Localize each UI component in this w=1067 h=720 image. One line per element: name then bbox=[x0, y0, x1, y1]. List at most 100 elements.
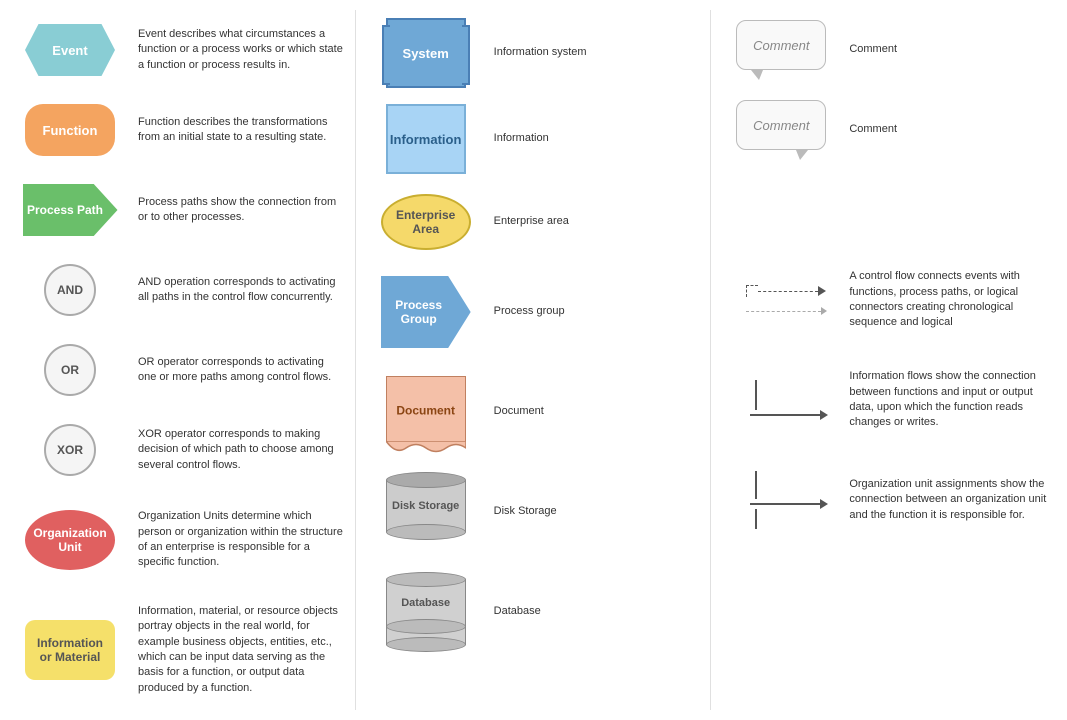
legend-row-comment1: Comment Comment bbox=[711, 10, 1067, 90]
legend-row-control-flow: A control flow connects events with func… bbox=[711, 250, 1067, 350]
xor-shape-area: XOR bbox=[10, 424, 130, 476]
org-flow-shape-area bbox=[721, 471, 841, 529]
event-description: Event describes what circumstances a fun… bbox=[130, 27, 345, 73]
disk-storage-shape-area: Disk Storage bbox=[366, 472, 486, 552]
elbow-vertical bbox=[755, 380, 757, 410]
cylinder-bottom bbox=[386, 524, 466, 540]
org-elbow-h-line bbox=[750, 503, 820, 505]
org-elbow-vertical bbox=[755, 471, 757, 499]
event-label: Event bbox=[52, 43, 87, 58]
legend-row-process-path: Process Path Process paths show the conn… bbox=[0, 170, 355, 250]
and-description: AND operation corresponds to activating … bbox=[130, 275, 345, 306]
or-shape: OR bbox=[44, 344, 96, 396]
comment1-bubble: Comment bbox=[736, 20, 826, 70]
comment1-description: Comment bbox=[841, 42, 1057, 57]
legend-row-comment2: Comment Comment bbox=[711, 90, 1067, 170]
document-wave bbox=[386, 441, 466, 455]
db-cylinder-top bbox=[386, 572, 466, 587]
document-description: Document bbox=[486, 404, 701, 419]
enterprise-area-shape: Enterprise Area bbox=[381, 194, 471, 250]
org-flow-arrow bbox=[735, 471, 828, 529]
process-path-shape: Process Path bbox=[23, 184, 118, 236]
arrow-head-right bbox=[818, 286, 826, 296]
process-group-shape: Process Group bbox=[381, 276, 471, 348]
xor-description: XOR operator corresponds to making decis… bbox=[130, 427, 345, 473]
org-unit-shape: Organization Unit bbox=[25, 510, 115, 570]
process-group-shape-area: Process Group bbox=[366, 276, 486, 348]
column-2: System Information system Information In… bbox=[356, 10, 712, 710]
database-label: Database bbox=[401, 597, 450, 609]
legend-row-info-material: Information or Material Information, mat… bbox=[0, 590, 355, 710]
elbow-container bbox=[750, 380, 828, 420]
enterprise-area-label: Enterprise Area bbox=[388, 208, 464, 236]
org-unit-label: Organization Unit bbox=[30, 526, 110, 554]
system-shape: System bbox=[386, 18, 466, 88]
org-elbow-vertical2 bbox=[755, 509, 757, 529]
process-group-description: Process group bbox=[486, 304, 701, 319]
legend-row-process-group: Process Group Process group bbox=[356, 262, 711, 362]
org-elbow-container bbox=[750, 471, 828, 529]
comment2-description: Comment bbox=[841, 122, 1057, 137]
document-shape-area: Document bbox=[366, 376, 486, 448]
org-elbow-horizontal bbox=[750, 499, 828, 509]
database-shape-area: Database bbox=[366, 572, 486, 652]
info-flow-shape-area bbox=[721, 380, 841, 420]
process-group-label: Process Group bbox=[381, 298, 457, 326]
comment2-shape-area: Comment bbox=[721, 100, 841, 160]
legend-row-function: Function Function describes the transfor… bbox=[0, 90, 355, 170]
process-path-description: Process paths show the connection from o… bbox=[130, 195, 345, 226]
legend-row-information: Information Information bbox=[356, 96, 711, 182]
legend-row-org-unit: Organization Unit Organization Units det… bbox=[0, 490, 355, 590]
event-shape: Event bbox=[25, 24, 115, 76]
disk-storage-label: Disk Storage bbox=[392, 500, 459, 512]
comment2-tail bbox=[796, 150, 808, 160]
org-unit-description: Organization Units determine which perso… bbox=[130, 509, 345, 571]
xor-label: XOR bbox=[57, 443, 83, 457]
info-material-label: Information or Material bbox=[30, 636, 110, 664]
elbow-horizontal bbox=[750, 410, 828, 420]
enterprise-area-description: Enterprise area bbox=[486, 214, 701, 229]
process-path-shape-area: Process Path bbox=[10, 184, 130, 236]
information-shape-area: Information bbox=[366, 104, 486, 174]
elbow-h-line bbox=[750, 414, 820, 416]
system-description: Information system bbox=[486, 45, 701, 60]
dashed-box-corner bbox=[746, 285, 758, 297]
legend-row-event: Event Event describes what circumstances… bbox=[0, 10, 355, 90]
function-shape-area: Function bbox=[10, 104, 130, 156]
info-material-shape: Information or Material bbox=[25, 620, 115, 680]
function-description: Function describes the transformations f… bbox=[130, 115, 345, 146]
database-shape: Database bbox=[386, 572, 466, 652]
cylinder-top bbox=[386, 472, 466, 488]
control-flow-description: A control flow connects events with func… bbox=[841, 269, 1057, 331]
spacer-row bbox=[711, 170, 1067, 250]
disk-storage-description: Disk Storage bbox=[486, 504, 701, 519]
legend-row-org-flow: Organization unit assignments show the c… bbox=[711, 450, 1067, 550]
database-description: Database bbox=[486, 604, 701, 619]
document-label-text: Document bbox=[396, 404, 455, 418]
legend-container: Event Event describes what circumstances… bbox=[0, 0, 1067, 720]
comment1-tail bbox=[751, 70, 763, 80]
and-shape-area: AND bbox=[10, 264, 130, 316]
comment2-shape: Comment bbox=[736, 100, 826, 160]
legend-row-document: Document Document bbox=[356, 362, 711, 462]
or-shape-area: OR bbox=[10, 344, 130, 396]
org-elbow-arrow-head bbox=[820, 499, 828, 509]
org-flow-description: Organization unit assignments show the c… bbox=[841, 477, 1057, 523]
information-label: Information bbox=[390, 132, 462, 147]
dashed-line-thin bbox=[746, 311, 821, 312]
comment1-shape-area: Comment bbox=[721, 20, 841, 80]
information-shape: Information bbox=[386, 104, 466, 174]
xor-shape: XOR bbox=[44, 424, 96, 476]
column-3: Comment Comment Comment Comment bbox=[711, 10, 1067, 710]
legend-row-or: OR OR operator corresponds to activating… bbox=[0, 330, 355, 410]
function-label: Function bbox=[43, 123, 98, 138]
disk-storage-shape: Disk Storage bbox=[386, 472, 466, 552]
or-description: OR operator corresponds to activating on… bbox=[130, 355, 345, 386]
legend-row-database: Database Database bbox=[356, 562, 711, 662]
comment2-text: Comment bbox=[753, 118, 809, 133]
control-flow-shape-area bbox=[721, 285, 841, 315]
elbow-arrow-head bbox=[820, 410, 828, 420]
and-label: AND bbox=[57, 283, 83, 297]
comment1-text: Comment bbox=[753, 38, 809, 53]
or-label: OR bbox=[61, 363, 79, 377]
